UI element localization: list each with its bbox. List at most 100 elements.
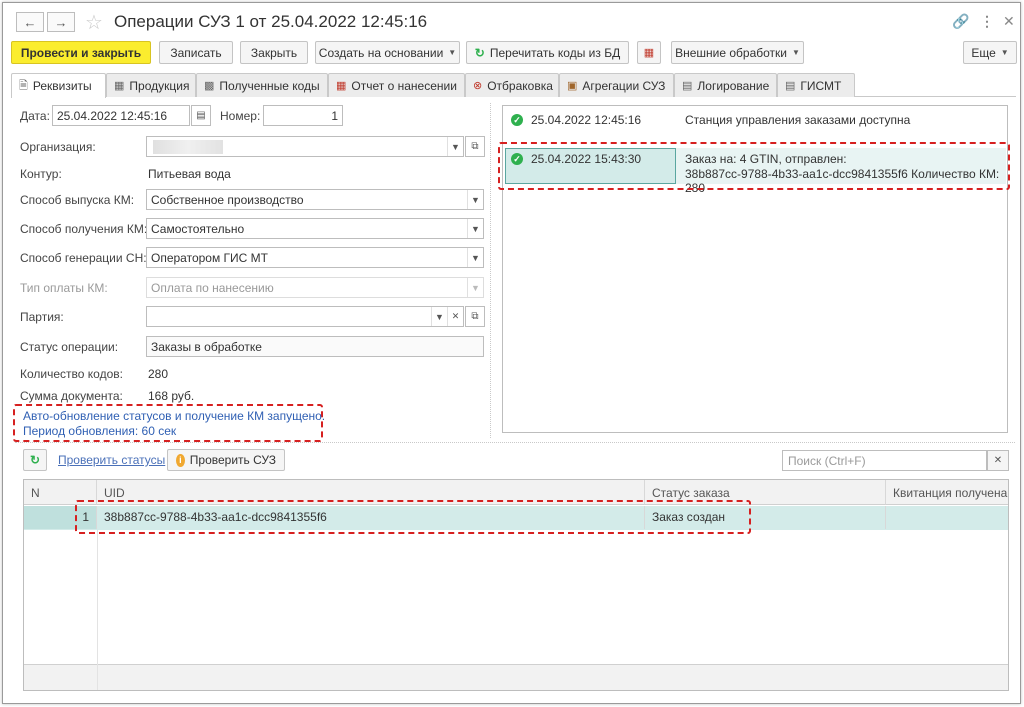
clear-search-button[interactable]: ✕ (987, 450, 1009, 471)
tab-logging[interactable]: ▤ Логирование (674, 73, 777, 97)
refresh-button[interactable]: ↻ (23, 449, 47, 471)
dropdown-button[interactable]: ▼ (467, 248, 483, 267)
document-window: ← → ☆ Операции СУЗ 1 от 25.04.2022 12:45… (2, 2, 1021, 704)
tab-rejection[interactable]: ⊗ Отбраковка (465, 73, 559, 97)
create-based-on-button[interactable]: Создать на основании ▼ (315, 41, 460, 64)
log-row[interactable]: ✓ 25.04.2022 12:45:16 Станция управления… (503, 111, 1007, 129)
search-input[interactable]: Поиск (Ctrl+F) (782, 450, 987, 471)
chart-icon: ▦ (643, 47, 655, 59)
highlight-frame (498, 142, 1010, 190)
cell-receipt (886, 506, 1008, 529)
arrow-left-icon: ← (23, 14, 37, 30)
tab-label: Отчет о нанесении (351, 78, 457, 93)
payment-type-label: Тип оплаты КМ: (20, 281, 108, 295)
table-icon: ▦ (114, 80, 125, 92)
clear-button[interactable]: ✕ (447, 307, 463, 326)
receive-method-label: Способ получения КМ: (20, 222, 148, 236)
dropdown-button: ▼ (467, 278, 483, 297)
tab-label: Агрегации СУЗ (582, 78, 666, 93)
payment-type-select: Оплата по нанесению ▼ (146, 277, 484, 298)
tab-label: ГИСМТ (800, 78, 842, 93)
check-suz-button[interactable]: i Проверить СУЗ (167, 449, 285, 471)
dropdown-button[interactable]: ▼ (431, 307, 447, 326)
receive-method-select[interactable]: Самостоятельно ▼ (146, 218, 484, 239)
tab-label: Реквизиты (32, 79, 92, 93)
close-button[interactable]: Закрыть (240, 41, 308, 64)
log-time: 25.04.2022 12:45:16 (531, 113, 642, 127)
table-footer (24, 664, 1008, 690)
number-label: Номер: (220, 109, 261, 123)
link-icon[interactable]: 🔗 (952, 13, 969, 30)
reject-icon: ⊗ (473, 80, 483, 92)
calendar-button[interactable]: ▤ (191, 105, 211, 126)
document-icon: 🗎 (19, 79, 28, 92)
column-divider (97, 530, 98, 690)
window-title: Операции СУЗ 1 от 25.04.2022 12:45:16 (114, 12, 428, 31)
create-based-on-label: Создать на основании (318, 45, 444, 60)
external-processing-button[interactable]: Внешние обработки ▼ (671, 41, 804, 64)
tab-products[interactable]: ▦ Продукция (106, 73, 196, 97)
arrow-right-icon: → (54, 14, 68, 30)
back-button[interactable]: ← (16, 12, 44, 32)
more-button[interactable]: Еще ▼ (963, 41, 1017, 64)
more-label: Еще (971, 45, 996, 60)
event-log-panel[interactable]: ✓ 25.04.2022 12:45:16 Станция управления… (498, 105, 1010, 433)
open-organization-button[interactable]: ⧉ (465, 136, 485, 157)
log-text: Станция управления заказами доступна (685, 113, 911, 127)
tab-gismt[interactable]: ▤ ГИСМТ (777, 73, 855, 97)
document-sum-value: 168 руб. (148, 389, 195, 403)
report-icon: ▦ (336, 80, 347, 92)
post-and-close-button[interactable]: Провести и закрыть (11, 41, 151, 64)
caret-down-icon: ▼ (471, 194, 480, 205)
contour-label: Контур: (20, 167, 62, 181)
dropdown-button[interactable]: ▼ (467, 190, 483, 209)
tab-label: Отбраковка (487, 78, 553, 93)
tab-application-report[interactable]: ▦ Отчет о нанесении (328, 73, 465, 97)
tab-requisites[interactable]: 🗎 Реквизиты (11, 73, 106, 98)
favorite-star-icon[interactable]: ☆ (85, 10, 103, 35)
contour-value: Питьевая вода (148, 167, 231, 181)
number-field[interactable]: 1 (263, 105, 343, 126)
dropdown-button[interactable]: ▼ (467, 219, 483, 238)
date-field[interactable]: 25.04.2022 12:45:16 (52, 105, 190, 126)
receive-method-value: Самостоятельно (151, 222, 245, 236)
document-sum-label: Сумма документа: (20, 389, 123, 403)
update-period-note: Период обновления: 60 сек (23, 424, 177, 438)
organization-field[interactable]: ▼ (146, 136, 464, 157)
tab-label: Полученные коды (219, 78, 320, 93)
column-header-receipt[interactable]: Квитанция получена (886, 480, 1008, 505)
external-processing-label: Внешние обработки (675, 45, 787, 60)
refresh-icon: ↻ (29, 453, 41, 467)
horizontal-splitter[interactable] (15, 442, 1015, 443)
generation-method-select[interactable]: Оператором ГИС МТ ▼ (146, 247, 484, 268)
tab-suz-aggregations[interactable]: ▣ Агрегации СУЗ (559, 73, 674, 97)
clear-icon: ✕ (451, 311, 460, 321)
dropdown-button[interactable]: ▼ (447, 137, 463, 156)
codes-count-value: 280 (148, 367, 169, 381)
write-button[interactable]: Записать (159, 41, 233, 64)
open-batch-button[interactable]: ⧉ (465, 306, 485, 327)
reread-codes-button[interactable]: ↻ Перечитать коды из БД (466, 41, 629, 64)
report-button[interactable]: ▦ (637, 41, 661, 64)
open-icon: ⧉ (471, 311, 479, 322)
clear-icon: ✕ (993, 455, 1003, 466)
refresh-icon: ↻ (474, 45, 485, 60)
gismt-icon: ▤ (785, 80, 796, 92)
vertical-splitter[interactable] (490, 103, 491, 438)
close-icon[interactable]: ✕ (1003, 13, 1015, 30)
kebab-icon[interactable]: ⋮ (980, 13, 994, 30)
tab-received-codes[interactable]: ▩ Полученные коды (196, 73, 328, 97)
open-icon: ⧉ (471, 141, 479, 152)
caret-down-icon: ▼ (1000, 48, 1009, 57)
caret-down-icon: ▼ (471, 223, 480, 234)
check-suz-label: Проверить СУЗ (189, 453, 276, 467)
tab-label: Логирование (697, 78, 770, 93)
caret-down-icon: ▼ (792, 48, 800, 57)
caret-down-icon: ▼ (471, 252, 480, 263)
forward-button[interactable]: → (47, 12, 75, 32)
batch-field[interactable]: ▼ ✕ (146, 306, 464, 327)
check-statuses-link[interactable]: Проверить статусы (58, 453, 165, 467)
release-method-select[interactable]: Собственное производство ▼ (146, 189, 484, 210)
log-icon: ▤ (682, 80, 693, 92)
caret-down-icon: ▼ (448, 48, 457, 57)
